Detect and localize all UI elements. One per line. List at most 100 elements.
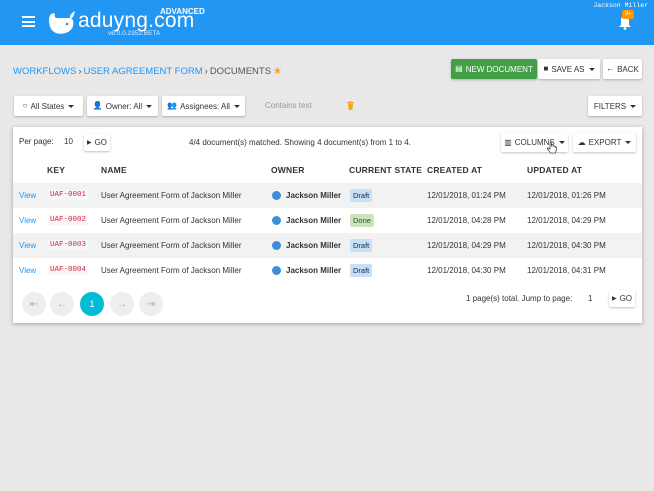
column-header-created-at[interactable]: CREATED AT <box>427 165 482 175</box>
column-header-updated-at[interactable]: UPDATED AT <box>527 165 582 175</box>
per-page-label: Per page: <box>19 137 54 146</box>
prev-page-icon[interactable]: ← <box>50 292 74 316</box>
edition-label: ADVANCED <box>160 7 205 16</box>
new-document-label: NEW DOCUMENT <box>465 64 533 74</box>
favorite-star-icon[interactable]: ★ <box>273 66 282 77</box>
document-owner: Jackson Miller <box>272 241 341 250</box>
users-icon: 👥 <box>167 101 178 110</box>
owner-filter-dropdown[interactable]: 👤 Owner: All <box>87 96 158 116</box>
avatar <box>272 191 281 200</box>
first-page-icon[interactable]: ⇤ <box>22 292 46 316</box>
jump-go-button[interactable]: ▶ GO <box>609 290 635 307</box>
per-page-input[interactable]: 10 <box>64 137 73 146</box>
document-name: User Agreement Form of Jackson Miller <box>101 241 242 250</box>
document-owner: Jackson Miller <box>272 216 341 225</box>
updated-at: 12/01/2018, 04:31 PM <box>527 266 606 275</box>
breadcrumb: WORKFLOWS › USER AGREEMENT FORM › DOCUMENTS ★ <box>13 66 282 77</box>
columns-button[interactable]: ▥ COLUMNS <box>501 133 568 152</box>
created-at: 12/01/2018, 04:28 PM <box>427 216 506 225</box>
page-total-text: 1 page(s) total. Jump to page: <box>466 294 573 303</box>
breadcrumb-current: DOCUMENTS <box>209 66 272 77</box>
column-header-key[interactable]: KEY <box>47 165 65 175</box>
user-icon: 👤 <box>92 101 103 110</box>
user-name[interactable]: Jackson Miller <box>593 2 648 9</box>
view-link[interactable]: View <box>19 241 36 250</box>
chevron-down-icon <box>588 67 595 71</box>
filters-label: FILTERS <box>593 101 627 111</box>
document-key: UAF-0003 <box>48 240 89 250</box>
breadcrumb-separator: › <box>204 66 208 77</box>
arrow-left-icon: ← <box>606 64 615 73</box>
updated-at: 12/01/2018, 04:30 PM <box>527 241 606 250</box>
play-icon: ▶ <box>86 139 92 146</box>
whale-logo-icon[interactable] <box>46 8 76 38</box>
avatar <box>272 216 281 225</box>
save-as-label: SAVE AS <box>551 64 585 74</box>
avatar <box>272 266 281 275</box>
top-app-bar: aduyng.com ADVANCED v6.0.0.2352.BETA Jac… <box>0 0 654 45</box>
export-label: EXPORT <box>588 138 622 147</box>
chevron-down-icon <box>625 141 632 144</box>
play-icon: ▶ <box>611 295 617 302</box>
next-page-icon[interactable]: → <box>110 292 134 316</box>
back-button[interactable]: ← BACK <box>603 59 642 79</box>
notification-badge: 9+ <box>622 10 634 19</box>
status-badge: Draft <box>350 239 373 252</box>
documents-table-card: Per page: 10 ▶ GO 4/4 document(s) matched… <box>13 127 642 323</box>
document-name: User Agreement Form of Jackson Miller <box>101 216 242 225</box>
export-button[interactable]: ☁ EXPORT <box>573 133 636 152</box>
jump-to-page-input[interactable]: 1 <box>588 294 592 303</box>
document-name: User Agreement Form of Jackson Miller <box>101 266 242 275</box>
new-document-button[interactable]: ▤ NEW DOCUMENT <box>451 59 537 79</box>
current-page-button[interactable]: 1 <box>80 292 104 316</box>
matched-summary: 4/4 document(s) matched. Showing 4 docum… <box>189 138 411 147</box>
go-label: GO <box>94 138 108 147</box>
document-icon: ▤ <box>455 64 463 73</box>
view-link[interactable]: View <box>19 216 36 225</box>
column-header-current-state[interactable]: CURRENT STATE <box>349 165 422 175</box>
state-filter-label: All States <box>30 101 65 111</box>
save-icon: ■ <box>543 64 549 73</box>
menu-icon[interactable] <box>22 16 35 27</box>
save-as-button[interactable]: ■ SAVE AS <box>538 59 600 79</box>
column-header-name[interactable]: NAME <box>101 165 127 175</box>
chevron-down-icon <box>630 104 637 108</box>
version-label: v6.0.0.2352.BETA <box>108 30 161 37</box>
breadcrumb-workflows[interactable]: WORKFLOWS <box>13 66 76 77</box>
state-filter-dropdown[interactable]: ○ All States <box>14 96 83 116</box>
view-link[interactable]: View <box>19 266 36 275</box>
last-page-icon[interactable]: ⇥ <box>139 292 163 316</box>
breadcrumb-user-agreement-form[interactable]: USER AGREEMENT FORM <box>84 66 203 77</box>
per-page-go-button[interactable]: ▶ GO <box>84 134 110 151</box>
view-link[interactable]: View <box>19 191 36 200</box>
document-name: User Agreement Form of Jackson Miller <box>101 191 242 200</box>
document-key: UAF-0002 <box>48 215 89 225</box>
cloud-download-icon: ☁ <box>577 137 586 147</box>
updated-at: 12/01/2018, 01:26 PM <box>527 191 606 200</box>
status-badge: Draft <box>350 264 373 277</box>
document-owner: Jackson Miller <box>272 266 341 275</box>
column-header-owner[interactable]: OWNER <box>271 165 305 175</box>
go-label: GO <box>619 294 633 303</box>
owner-name: Jackson Miller <box>286 241 342 250</box>
owner-name: Jackson Miller <box>286 216 342 225</box>
circle-icon: ○ <box>22 101 28 110</box>
owner-filter-label: Owner: All <box>105 101 143 111</box>
status-badge: Draft <box>350 189 373 202</box>
columns-icon: ▥ <box>504 137 512 147</box>
created-at: 12/01/2018, 04:30 PM <box>427 266 506 275</box>
created-at: 12/01/2018, 01:24 PM <box>427 191 506 200</box>
trash-icon[interactable] <box>347 101 354 110</box>
owner-name: Jackson Miller <box>286 191 342 200</box>
table-row: View UAF-0002 User Agreement Form of Jac… <box>13 208 642 233</box>
chevron-down-icon <box>146 104 153 108</box>
assignees-filter-dropdown[interactable]: 👥 Assignees: All <box>162 96 245 116</box>
table-row: View UAF-0004 User Agreement Form of Jac… <box>13 258 642 283</box>
breadcrumb-separator: › <box>78 66 82 77</box>
status-badge: Done <box>350 214 374 227</box>
chevron-down-icon <box>558 141 565 144</box>
document-owner: Jackson Miller <box>272 191 341 200</box>
filters-button[interactable]: FILTERS <box>588 96 642 116</box>
back-label: BACK <box>617 64 639 74</box>
contains-text-input[interactable]: Contains text <box>265 101 312 110</box>
